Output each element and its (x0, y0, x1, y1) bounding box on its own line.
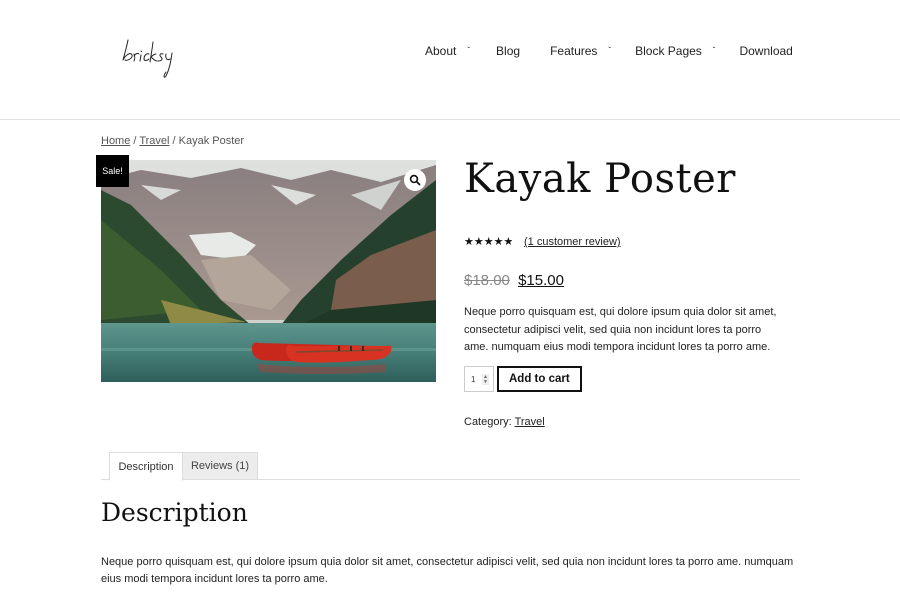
category-label: Category: (464, 416, 515, 428)
product-image[interactable] (101, 160, 436, 382)
chevron-down-icon[interactable]: ˇ (608, 46, 611, 55)
spinner-arrows-icon[interactable]: ▲ ▼ (482, 374, 489, 385)
lake-canoe-photo (101, 160, 436, 382)
nav-item-about[interactable]: About ˇ (425, 44, 470, 58)
star-rating-icon: ★★★★★ ★★★★★ (464, 236, 520, 248)
site-logo[interactable] (120, 26, 200, 82)
breadcrumb-home-link[interactable]: Home (101, 135, 130, 147)
sale-price: $15.00 (518, 272, 564, 289)
description-heading: Description (101, 498, 248, 527)
category-link[interactable]: Travel (515, 416, 545, 428)
product-title: Kayak Poster (464, 156, 736, 202)
nav-item-features[interactable]: Features ˇ (550, 44, 611, 58)
nav-item-blog[interactable]: Blog (496, 44, 520, 58)
add-to-cart-form: 1 ▲ ▼ Add to cart (464, 366, 582, 392)
magnifier-icon (409, 174, 421, 186)
customer-review-link[interactable]: (1 customer review) (524, 236, 621, 248)
product-category: Category: Travel (464, 416, 545, 428)
breadcrumb-separator: / (130, 135, 140, 147)
product-rating: ★★★★★ ★★★★★ (1 customer review) (464, 236, 621, 248)
nav-label: About (425, 44, 457, 58)
quantity-value: 1 (471, 374, 476, 384)
nav-label: Features (550, 44, 598, 58)
breadcrumb: Home / Travel / Kayak Poster (101, 135, 244, 147)
bricksy-script-logo-icon (122, 39, 173, 78)
sale-badge: Sale! (96, 155, 129, 187)
add-to-cart-button[interactable]: Add to cart (497, 366, 582, 392)
tab-description[interactable]: Description (109, 452, 183, 481)
breadcrumb-separator: / (169, 135, 179, 147)
breadcrumb-travel-link[interactable]: Travel (139, 135, 169, 147)
site-header: About ˇ Blog Features ˇ Block Pages ˇ Do… (0, 0, 900, 120)
quantity-stepper[interactable]: 1 ▲ ▼ (464, 366, 494, 392)
chevron-down-icon[interactable]: ˇ (467, 46, 470, 55)
regular-price: $18.00 (464, 272, 510, 289)
product-tabs: Description Reviews (1) (101, 452, 800, 481)
breadcrumb-current: Kayak Poster (178, 135, 245, 147)
nav-item-download[interactable]: Download (739, 44, 792, 58)
image-zoom-button[interactable] (404, 169, 426, 191)
description-body: Neque porro quisquam est, qui dolore ips… (101, 556, 794, 585)
tab-reviews[interactable]: Reviews (1) (183, 452, 258, 480)
chevron-down-icon[interactable]: ˇ (713, 46, 716, 55)
stars-filled: ★★★★★ (464, 236, 512, 248)
product-price: $18.00 $15.00 (464, 272, 564, 289)
short-description: Neque porro quisquam est, qui dolore ips… (464, 306, 777, 353)
nav-item-block-pages[interactable]: Block Pages ˇ (635, 44, 715, 58)
nav-label: Blog (496, 44, 521, 58)
nav-label: Block Pages (635, 44, 702, 58)
nav-label: Download (739, 44, 793, 58)
main-nav: About ˇ Blog Features ˇ Block Pages ˇ Do… (425, 44, 793, 58)
